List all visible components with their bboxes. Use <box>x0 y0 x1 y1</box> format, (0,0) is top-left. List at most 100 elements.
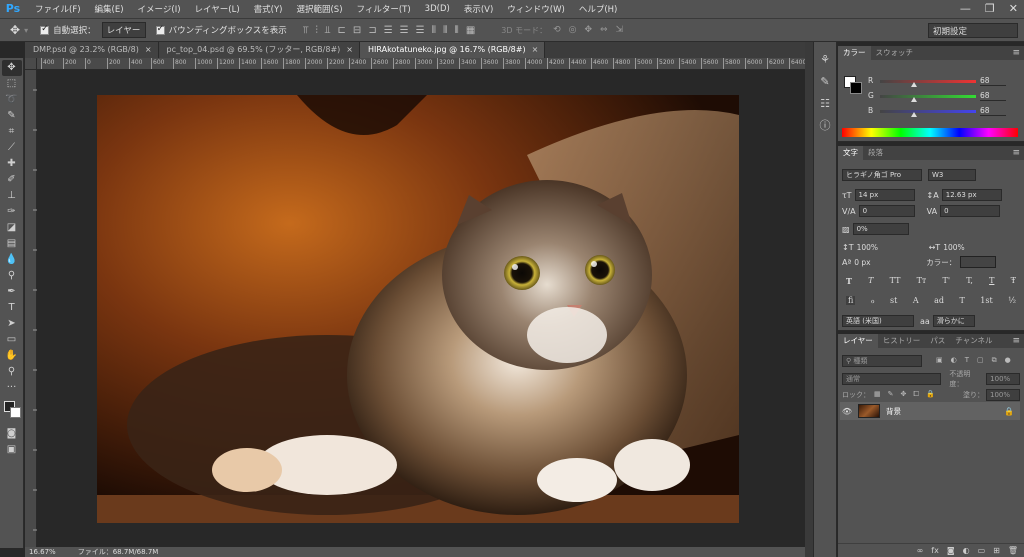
layer-kind-filter[interactable]: ⚲ 種類 <box>842 354 922 367</box>
font-family-select[interactable]: ヒラギノ角ゴ Pro <box>842 169 922 181</box>
quick-mask-icon[interactable]: ◙ <box>2 426 22 442</box>
orbit-3d-icon[interactable]: ⟲ <box>553 25 561 35</box>
auto-select-checkbox[interactable] <box>40 24 50 35</box>
info-icon[interactable]: ⓘ <box>817 118 833 134</box>
hand-tool-icon[interactable]: ✋ <box>2 348 22 364</box>
kerning-field[interactable]: 0 <box>858 205 915 217</box>
tab-hirakotatuneko[interactable]: HIRAkotatuneko.jpg @ 16.7% (RGB/8#) × <box>359 42 546 58</box>
slider-r[interactable]: R 68 <box>868 76 1018 88</box>
menu-layer[interactable]: レイヤー(L) <box>188 3 247 15</box>
slider-thumb[interactable] <box>911 97 917 102</box>
fill-field[interactable]: 100% <box>986 388 1020 401</box>
tab-paths[interactable]: パス <box>925 334 950 348</box>
new-layer-icon[interactable]: ⊞ <box>993 546 1000 555</box>
text-color-swatch[interactable] <box>960 256 997 268</box>
tab-layers[interactable]: レイヤー <box>838 334 878 348</box>
close-icon[interactable]: ✕ <box>1009 2 1018 15</box>
brush-tool-icon[interactable]: ✐ <box>2 172 22 188</box>
superscript-button[interactable]: T' <box>943 276 951 286</box>
document-canvas[interactable] <box>37 70 805 547</box>
filter-type-icon[interactable]: T <box>965 356 969 365</box>
menu-filter[interactable]: フィルター(T) <box>350 3 418 15</box>
strikethrough-button[interactable]: Ŧ <box>1011 276 1016 286</box>
gradient-tool-icon[interactable]: ▤ <box>2 236 22 252</box>
menu-type[interactable]: 書式(Y) <box>247 3 290 15</box>
clone-stamp-tool-icon[interactable]: ⊥ <box>2 188 22 204</box>
discretionary-ligatures-button[interactable]: st <box>890 296 897 305</box>
lock-artboard-icon[interactable]: ⧠ <box>913 390 919 399</box>
eye-icon[interactable]: 👁 <box>840 407 854 416</box>
lock-position-icon[interactable]: ✥ <box>901 390 907 399</box>
font-style-select[interactable]: W3 <box>928 169 976 181</box>
shape-tool-icon[interactable]: ▭ <box>2 332 22 348</box>
menu-file[interactable]: ファイル(F) <box>28 3 88 15</box>
blend-mode-select[interactable]: 通常 <box>842 372 942 385</box>
slider-b[interactable]: B 68 <box>868 106 1018 118</box>
background-color-swatch[interactable] <box>9 407 21 418</box>
more-tools-icon[interactable]: ··· <box>2 380 22 396</box>
swash-button[interactable]: A <box>913 296 919 305</box>
menu-select[interactable]: 選択範囲(S) <box>289 3 349 15</box>
layer-name[interactable]: 背景 <box>886 406 901 417</box>
restore-icon[interactable]: ❐ <box>985 2 995 15</box>
layer-mask-icon[interactable]: ◙ <box>947 546 955 555</box>
lock-all-icon[interactable]: 🔒 <box>926 390 935 399</box>
bounding-box-checkbox[interactable] <box>155 24 165 35</box>
history-brush-tool-icon[interactable]: ✑ <box>2 204 22 220</box>
distribute-hcenter-icon[interactable]: ⦀ <box>443 25 447 36</box>
menu-view[interactable]: 表示(V) <box>457 3 500 15</box>
slider-g[interactable]: G 68 <box>868 91 1018 103</box>
distribute-top-icon[interactable]: ☰ <box>384 25 393 36</box>
align-left-icon[interactable]: ⊏ <box>338 25 346 36</box>
screen-mode-icon[interactable]: ▣ <box>2 442 22 458</box>
tab-pc-top[interactable]: pc_top_04.psd @ 69.5% (フッター, RGB/8#) × <box>158 42 360 58</box>
link-layers-icon[interactable]: ∞ <box>917 546 924 555</box>
align-vcenter-icon[interactable]: ⫶ <box>315 25 318 36</box>
menu-image[interactable]: イメージ(I) <box>131 3 188 15</box>
antialias-select[interactable]: 滑らかに <box>932 315 975 327</box>
brush-settings-icon[interactable]: ⚘ <box>817 52 833 68</box>
dodge-tool-icon[interactable]: ⚲ <box>2 268 22 284</box>
workspace-select[interactable]: 初期設定 <box>928 23 1018 38</box>
titling-alternates-button[interactable]: T <box>959 296 964 305</box>
distribute-vcenter-icon[interactable]: ☰ <box>400 25 409 36</box>
blur-tool-icon[interactable]: 💧 <box>2 252 22 268</box>
layer-style-icon[interactable]: fx <box>931 546 939 555</box>
healing-brush-tool-icon[interactable]: ✚ <box>2 156 22 172</box>
color-spectrum[interactable] <box>842 128 1018 137</box>
close-icon[interactable]: × <box>145 45 152 54</box>
align-bottom-icon[interactable]: ⫫ <box>325 25 331 36</box>
crop-tool-icon[interactable]: ⌗ <box>2 124 22 140</box>
new-group-icon[interactable]: ▭ <box>978 546 986 555</box>
align-hcenter-icon[interactable]: ⊟ <box>353 25 361 36</box>
font-size-field[interactable]: 14 px <box>854 189 915 201</box>
auto-align-icon[interactable]: ▦ <box>466 25 475 36</box>
slider-thumb[interactable] <box>911 82 917 87</box>
trash-icon[interactable]: 🗑 <box>1008 546 1018 555</box>
language-select[interactable]: 英語 (米国) <box>842 315 914 327</box>
quick-select-tool-icon[interactable]: ✎ <box>2 108 22 124</box>
distribute-left-icon[interactable]: ⦀ <box>432 25 436 36</box>
close-icon[interactable]: × <box>346 45 353 54</box>
lock-transparent-icon[interactable]: ▦ <box>874 390 881 399</box>
roll-3d-icon[interactable]: ◎ <box>569 25 577 35</box>
slide-3d-icon[interactable]: ⇔ <box>600 25 608 35</box>
slider-value[interactable]: 68 <box>980 91 1006 101</box>
zoom-tool-icon[interactable]: ⚲ <box>2 364 22 380</box>
filter-toggle-icon[interactable]: ● <box>1005 356 1011 365</box>
menu-edit[interactable]: 編集(E) <box>88 3 131 15</box>
menu-3d[interactable]: 3D(D) <box>418 4 457 14</box>
scale-3d-icon[interactable]: ⇲ <box>616 25 624 35</box>
filter-pixel-icon[interactable]: ▣ <box>936 356 943 365</box>
panel-menu-icon[interactable]: ≡ <box>1012 334 1020 348</box>
filter-smart-object-icon[interactable]: ⧉ <box>992 356 997 365</box>
path-select-tool-icon[interactable]: ➤ <box>2 316 22 332</box>
panel-menu-icon[interactable]: ≡ <box>1012 46 1020 60</box>
align-right-icon[interactable]: ⊐ <box>368 25 376 36</box>
filter-shape-icon[interactable]: ▢ <box>977 356 984 365</box>
small-caps-button[interactable]: Tт <box>917 276 927 286</box>
tab-history[interactable]: ヒストリー <box>878 334 926 348</box>
underline-button[interactable]: T <box>989 276 994 286</box>
all-caps-button[interactable]: TT <box>890 276 901 286</box>
tsume-field[interactable]: 0% <box>852 223 909 235</box>
